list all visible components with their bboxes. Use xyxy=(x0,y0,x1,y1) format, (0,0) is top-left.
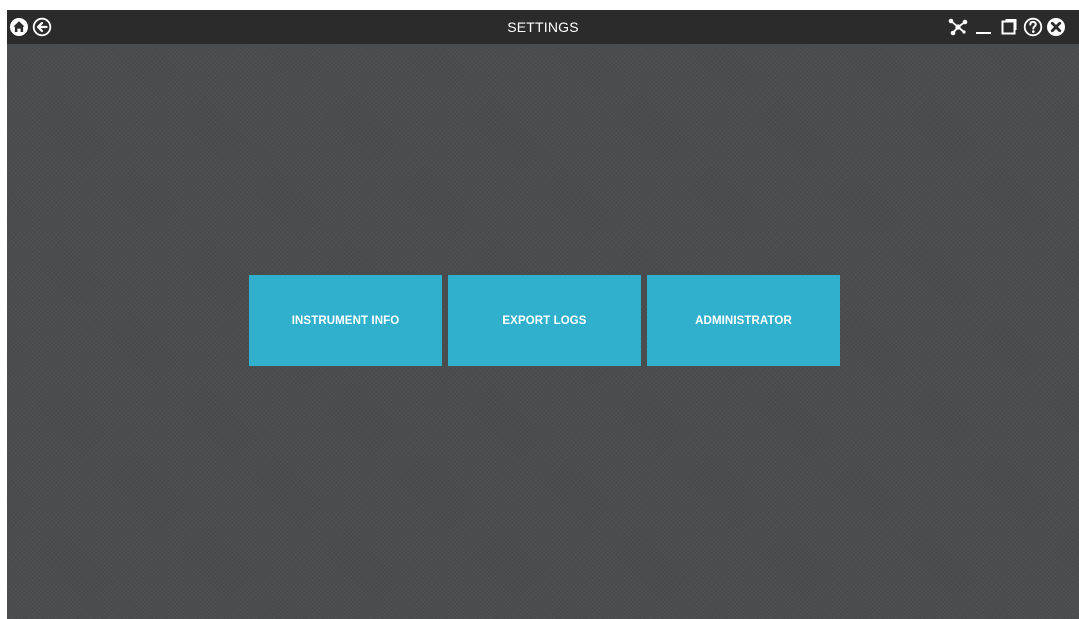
title-bar: SETTINGS xyxy=(7,10,1079,44)
export-logs-button[interactable]: EXPORT LOGS xyxy=(448,275,641,366)
window-title: SETTINGS xyxy=(507,19,579,35)
help-icon[interactable] xyxy=(1023,17,1043,37)
minimize-icon[interactable] xyxy=(974,17,994,37)
close-icon[interactable] xyxy=(1046,17,1066,37)
restore-icon[interactable] xyxy=(999,17,1019,37)
administrator-button[interactable]: ADMINISTRATOR xyxy=(647,275,840,366)
back-arrow-icon[interactable] xyxy=(32,17,52,37)
network-icon[interactable] xyxy=(947,17,969,37)
home-icon[interactable] xyxy=(9,17,29,37)
settings-window: SETTINGS INSTRUMENT INFO EXPORT LOGS ADM… xyxy=(7,10,1079,619)
instrument-info-button[interactable]: INSTRUMENT INFO xyxy=(249,275,442,366)
